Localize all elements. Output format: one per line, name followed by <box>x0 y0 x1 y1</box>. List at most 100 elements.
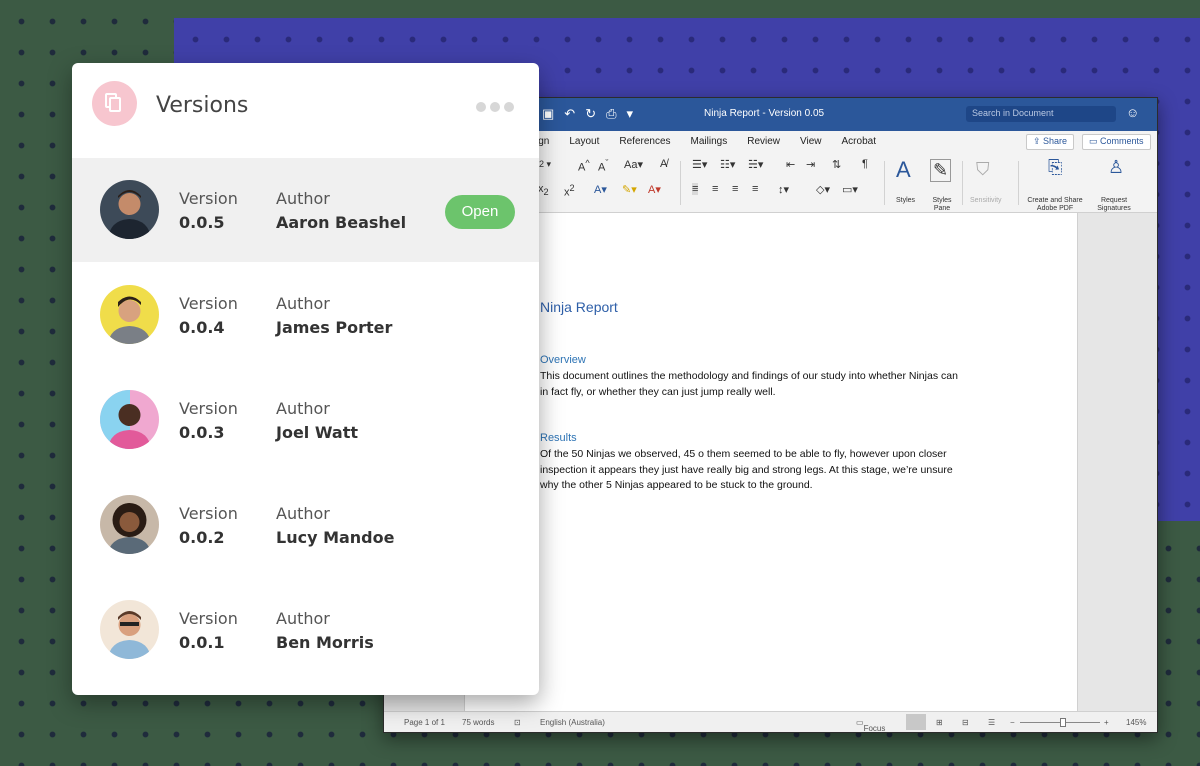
overview-line: This document outlines the methodology a… <box>540 370 958 382</box>
overview-paragraph: This document outlines the methodology a… <box>540 369 1020 400</box>
align-right-icon[interactable]: ≡ <box>732 183 738 195</box>
avatar <box>100 180 159 239</box>
styles-pane-icon[interactable]: ✎ <box>930 159 952 182</box>
window-title: Ninja Report - Version 0.05 <box>704 108 825 119</box>
share-button[interactable]: ⇪ Share <box>1026 134 1075 150</box>
version-row[interactable]: Version 0.0.1 Author Ben Morris <box>72 578 539 682</box>
version-label: Version <box>179 504 238 523</box>
undo-icon[interactable]: ↶ <box>564 106 575 122</box>
zoom-slider-handle[interactable] <box>1060 718 1066 727</box>
versions-header: Versions <box>72 63 539 159</box>
sensitivity-icon: ⛉ <box>976 159 990 179</box>
version-row[interactable]: Version 0.0.3 Author Joel Watt <box>72 368 539 472</box>
styles-icon[interactable]: A <box>896 157 911 183</box>
clear-formatting-icon[interactable]: A̸ <box>660 158 667 170</box>
subscript-icon[interactable]: x2 <box>538 183 549 197</box>
author-name: James Porter <box>276 318 393 337</box>
author-name: Joel Watt <box>276 423 359 442</box>
versions-title: Versions <box>156 93 249 118</box>
page-count[interactable]: Page 1 of 1 <box>404 718 445 727</box>
shrink-font-icon[interactable]: Aˇ <box>598 158 608 174</box>
zoom-out-icon[interactable]: − <box>1010 718 1015 727</box>
line-spacing-icon[interactable]: ↕▾ <box>778 183 789 196</box>
justify-icon[interactable]: ≡ <box>752 183 758 195</box>
show-formatting-icon[interactable]: ¶ <box>862 158 868 170</box>
signature-icon[interactable]: ♙ <box>1108 157 1124 178</box>
request-signatures-label[interactable]: Request Signatures <box>1092 197 1136 213</box>
version-number: 0.0.1 <box>179 633 225 652</box>
avatar <box>100 285 159 344</box>
version-row[interactable]: Version 0.0.2 Author Lucy Mandoe <box>72 473 539 577</box>
styles-pane-label[interactable]: Styles Pane <box>930 197 954 213</box>
tab-references[interactable]: References <box>619 136 670 147</box>
open-version-button[interactable]: Open <box>445 195 515 229</box>
user-account-icon[interactable]: ☺ <box>1126 105 1139 120</box>
results-heading: Results <box>540 432 577 444</box>
redo-icon[interactable]: ↻ <box>585 106 596 122</box>
author-label: Author <box>276 504 330 523</box>
save-icon[interactable]: ▣ <box>542 106 554 122</box>
multilevel-list-icon[interactable]: ☵▾ <box>748 158 763 171</box>
superscript-icon[interactable]: x2 <box>564 183 575 199</box>
text-effects-icon[interactable]: A▾ <box>594 183 607 196</box>
outline-icon[interactable]: ☰ <box>988 718 995 727</box>
highlight-icon[interactable]: ✎▾ <box>622 183 637 196</box>
version-row[interactable]: Version 0.0.5 Author Aaron Beashel Open <box>72 158 539 262</box>
avatar <box>100 600 159 659</box>
author-label: Author <box>276 609 330 628</box>
tab-layout[interactable]: Layout <box>569 136 599 147</box>
version-label: Version <box>179 189 238 208</box>
web-layout-icon[interactable]: ⊞ <box>936 718 943 727</box>
grow-font-icon[interactable]: A^ <box>578 158 590 174</box>
version-number: 0.0.5 <box>179 213 225 232</box>
author-label: Author <box>276 399 330 418</box>
avatar <box>100 495 159 554</box>
read-mode-icon[interactable]: ⊟ <box>962 718 969 727</box>
numbering-icon[interactable]: ☷▾ <box>720 158 735 171</box>
more-options-icon[interactable] <box>476 102 514 112</box>
versions-panel: Versions Version 0.0.5 Author Aaron Beas… <box>72 63 539 695</box>
focus-button[interactable]: ▭ Focus <box>856 718 885 732</box>
versions-logo-icon <box>92 81 137 126</box>
customize-toolbar-icon[interactable]: ▾ <box>627 106 634 122</box>
version-number: 0.0.2 <box>179 528 225 547</box>
increase-indent-icon[interactable]: ⇥ <box>806 158 815 171</box>
share-label: Share <box>1043 136 1068 146</box>
styles-label[interactable]: Styles <box>896 197 915 205</box>
ribbon-divider <box>962 161 963 205</box>
create-share-pdf-label[interactable]: Create and Share Adobe PDF <box>1024 197 1086 213</box>
language-status[interactable]: English (Australia) <box>540 718 605 727</box>
print-icon[interactable]: ⎙ <box>606 106 616 122</box>
borders-icon[interactable]: ▭▾ <box>842 183 858 196</box>
comments-button[interactable]: ▭ Comments <box>1082 134 1151 150</box>
overview-line: in fact fly, or whether they can just ju… <box>540 385 776 398</box>
tab-acrobat[interactable]: Acrobat <box>842 136 876 147</box>
document-page[interactable]: Ninja Report Overview This document outl… <box>464 213 1078 713</box>
focus-label: Focus <box>863 724 886 733</box>
print-layout-icon[interactable] <box>906 714 926 730</box>
bullets-icon[interactable]: ☰▾ <box>692 158 707 171</box>
pdf-icon[interactable]: ⎘ <box>1048 157 1062 178</box>
zoom-in-icon[interactable]: + <box>1104 718 1109 727</box>
results-paragraph: Of the 50 Ninjas we observed, 45 o them … <box>540 447 1020 494</box>
tab-mailings[interactable]: Mailings <box>691 136 728 147</box>
shading-icon[interactable]: ◇▾ <box>816 183 830 196</box>
results-line: Of the 50 Ninjas we observed, 45 o them … <box>540 448 947 460</box>
decrease-indent-icon[interactable]: ⇤ <box>786 158 795 171</box>
word-count[interactable]: 75 words <box>462 718 494 727</box>
version-row[interactable]: Version 0.0.4 Author James Porter <box>72 263 539 367</box>
zoom-level[interactable]: 145% <box>1126 718 1146 727</box>
font-color-icon[interactable]: A▾ <box>648 183 661 196</box>
sort-icon[interactable]: ⇅ <box>832 158 841 171</box>
overview-heading: Overview <box>540 354 586 366</box>
proofing-icon[interactable]: ⊡ <box>514 718 521 727</box>
sensitivity-label: Sensitivity <box>970 197 1002 204</box>
tab-review[interactable]: Review <box>747 136 780 147</box>
change-case-icon[interactable]: Aa▾ <box>624 158 643 171</box>
search-document-input[interactable]: Search in Document <box>966 106 1116 122</box>
align-left-icon[interactable]: ≡ <box>692 183 699 195</box>
tab-view[interactable]: View <box>800 136 822 147</box>
align-center-icon[interactable]: ≡ <box>712 183 718 195</box>
quick-access-toolbar: ▣ ↶ ↻ ⎙ ▾ <box>542 106 633 122</box>
version-label: Version <box>179 609 238 628</box>
